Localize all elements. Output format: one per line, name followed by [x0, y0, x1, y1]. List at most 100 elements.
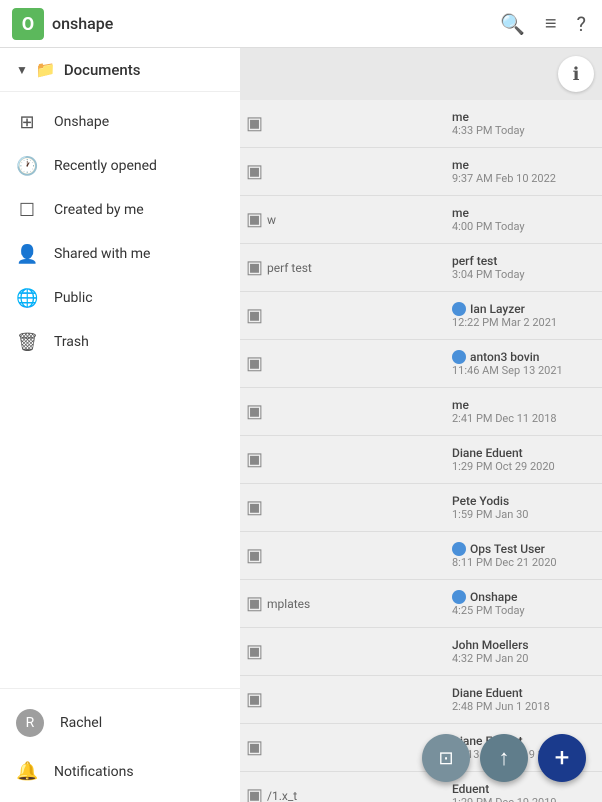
info-button[interactable]: ℹ: [558, 56, 594, 92]
globe-indicator: [452, 542, 466, 556]
row-right: John Moellers 4:32 PM Jan 20: [442, 628, 602, 675]
row-left: ▣: [240, 436, 442, 483]
row-right: Diane Eduent 1:29 PM Oct 29 2020: [442, 436, 602, 483]
row-time: 9:37 AM Feb 10 2022: [452, 172, 592, 185]
row-left: ▣: [240, 532, 442, 579]
row-left: ▣: [240, 292, 442, 339]
row-owner: Diane Eduent: [452, 446, 592, 460]
row-time: 2:41 PM Dec 11 2018: [452, 412, 592, 425]
row-time: 1:29 PM Dec 19 2019: [452, 796, 592, 802]
sidebar: ▼ 📁 Documents ⊞ Onshape 🕐 Recently opene…: [0, 48, 240, 802]
row-owner: Pete Yodis: [452, 494, 592, 508]
doc-icon: ▣: [246, 353, 263, 374]
search-icon[interactable]: 🔍: [500, 12, 525, 36]
row-right: Ian Layzer 12:22 PM Mar 2 2021: [442, 292, 602, 339]
doc-icon: ▣: [246, 737, 263, 758]
table-row[interactable]: ▣ perf test perf test 3:04 PM Today: [240, 244, 602, 292]
nav-label-trash: Trash: [54, 334, 89, 350]
documents-label: Documents: [64, 61, 141, 79]
row-owner: Diane Eduent: [452, 686, 592, 700]
doc-icon: ▣: [246, 689, 263, 710]
globe-indicator: [452, 302, 466, 316]
table-row[interactable]: ▣ mplates Onshape 4:25 PM Today: [240, 580, 602, 628]
row-owner: perf test: [452, 254, 592, 268]
table-row[interactable]: ▣ Diane Eduent 2:48 PM Jun 1 2018: [240, 676, 602, 724]
row-left: ▣ perf test: [240, 244, 442, 291]
table-row[interactable]: ▣ John Moellers 4:32 PM Jan 20: [240, 628, 602, 676]
row-owner: Ian Layzer: [470, 302, 525, 316]
row-left: ▣: [240, 100, 442, 147]
import-fab-button[interactable]: ⊡: [422, 734, 470, 782]
row-left: ▣: [240, 724, 442, 771]
doc-icon: ▣: [246, 449, 263, 470]
sidebar-item-public[interactable]: 🌐 Public: [0, 276, 240, 320]
sidebar-footer: R Rachel 🔔 Notifications: [0, 688, 240, 802]
row-left: ▣ mplates: [240, 580, 442, 627]
svg-text:O: O: [22, 14, 34, 35]
document-icon: ☐: [16, 200, 38, 221]
add-fab-button[interactable]: +: [538, 734, 586, 782]
row-left: ▣: [240, 388, 442, 435]
doc-icon: ▣: [246, 497, 263, 518]
help-icon[interactable]: ?: [577, 12, 586, 36]
sidebar-item-trash[interactable]: 🗑 Trash: [0, 320, 240, 364]
row-right: me 4:33 PM Today: [442, 100, 602, 147]
row-left: ▣ /1.x_t: [240, 772, 442, 802]
row-time: 1:29 PM Oct 29 2020: [452, 460, 592, 473]
row-time: 4:32 PM Jan 20: [452, 652, 592, 665]
doc-icon: ▣: [246, 161, 263, 182]
sidebar-item-created-by-me[interactable]: ☐ Created by me: [0, 188, 240, 232]
table-row[interactable]: ▣ Ops Test User 8:11 PM Dec 21 2020: [240, 532, 602, 580]
sidebar-item-user[interactable]: R Rachel: [0, 697, 240, 749]
row-right: anton3 bovin 11:46 AM Sep 13 2021: [442, 340, 602, 387]
documents-header[interactable]: ▼ 📁 Documents: [0, 48, 240, 92]
row-time: 8:11 PM Dec 21 2020: [452, 556, 592, 569]
row-time: 1:59 PM Jan 30: [452, 508, 592, 521]
clock-icon: 🕐: [16, 156, 38, 177]
row-left: ▣ w: [240, 196, 442, 243]
doc-icon: ▣: [246, 113, 263, 134]
doc-icon: ▣: [246, 785, 263, 802]
sidebar-item-onshape[interactable]: ⊞ Onshape: [0, 100, 240, 144]
row-owner: Onshape: [470, 590, 517, 604]
table-row[interactable]: ▣ w me 4:00 PM Today: [240, 196, 602, 244]
row-time: 12:22 PM Mar 2 2021: [452, 316, 592, 329]
table-row[interactable]: ▣ me 4:33 PM Today: [240, 100, 602, 148]
table-row[interactable]: ▣ Pete Yodis 1:59 PM Jan 30: [240, 484, 602, 532]
row-right: perf test 3:04 PM Today: [442, 244, 602, 291]
row-left: ▣: [240, 148, 442, 195]
row-owner: me: [452, 110, 592, 124]
sidebar-item-shared-with-me[interactable]: 👤 Shared with me: [0, 232, 240, 276]
onshape-logo-icon: O: [12, 8, 44, 40]
row-partial-label: w: [267, 209, 276, 231]
table-row[interactable]: ▣ me 9:37 AM Feb 10 2022: [240, 148, 602, 196]
fab-container: ⊡ ↑ +: [422, 734, 586, 782]
header-actions: 🔍 ≡ ?: [240, 11, 602, 36]
dropdown-arrow-icon: ▼: [16, 63, 28, 77]
sidebar-nav: ⊞ Onshape 🕐 Recently opened ☐ Created by…: [0, 92, 240, 688]
table-row[interactable]: ▣ anton3 bovin 11:46 AM Sep 13 2021: [240, 340, 602, 388]
header: O onshape 🔍 ≡ ?: [0, 0, 602, 48]
globe-indicator: [452, 590, 466, 604]
user-avatar-icon: R: [16, 709, 44, 737]
filter-icon[interactable]: ≡: [545, 11, 557, 36]
row-owner: Ops Test User: [470, 542, 545, 556]
doc-icon: ▣: [246, 545, 263, 566]
documents-icon: 📁: [36, 60, 56, 79]
table-row[interactable]: ▣ Ian Layzer 12:22 PM Mar 2 2021: [240, 292, 602, 340]
row-partial-label: /1.x_t: [267, 785, 297, 802]
globe-indicator: [452, 350, 466, 364]
user-name-label: Rachel: [60, 715, 102, 731]
table-row[interactable]: ▣ me 2:41 PM Dec 11 2018: [240, 388, 602, 436]
row-time: 4:33 PM Today: [452, 124, 592, 137]
table-row[interactable]: ▣ Diane Eduent 1:29 PM Oct 29 2020: [240, 436, 602, 484]
row-time: 3:04 PM Today: [452, 268, 592, 281]
sidebar-item-recently-opened[interactable]: 🕐 Recently opened: [0, 144, 240, 188]
upload-fab-button[interactable]: ↑: [480, 734, 528, 782]
row-owner: me: [452, 398, 592, 412]
sidebar-item-notifications[interactable]: 🔔 Notifications: [0, 749, 240, 794]
row-time: 4:00 PM Today: [452, 220, 592, 233]
doc-icon: ▣: [246, 257, 263, 278]
onshape-nav-icon: ⊞: [16, 112, 38, 133]
row-right: Diane Eduent 2:48 PM Jun 1 2018: [442, 676, 602, 723]
